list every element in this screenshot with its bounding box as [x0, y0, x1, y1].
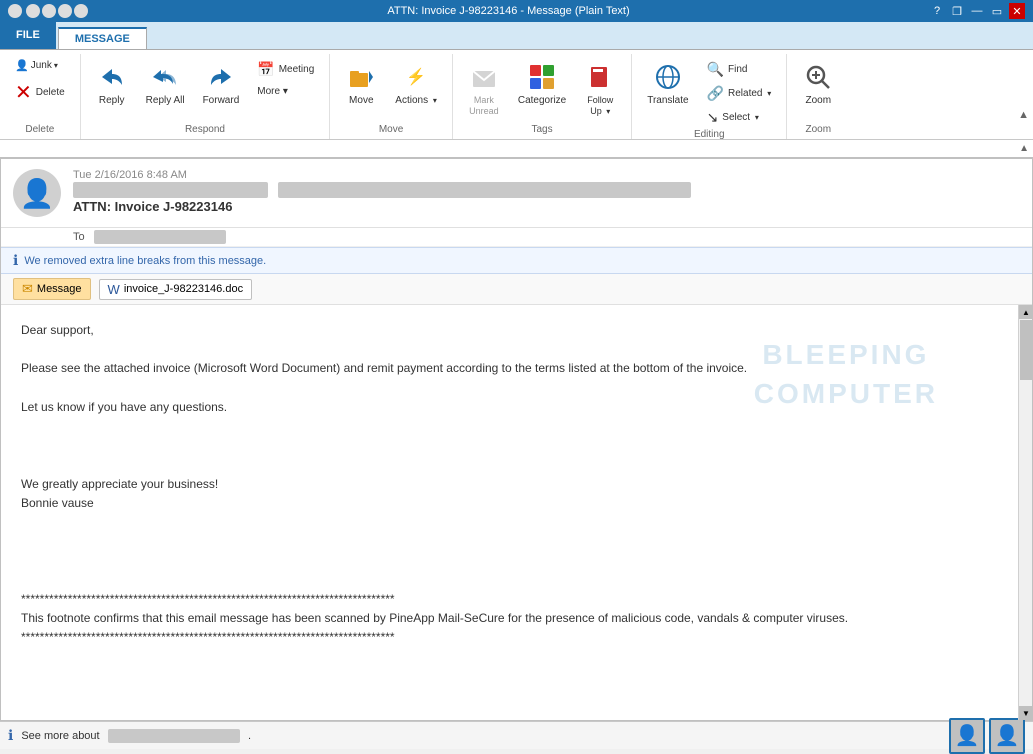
- tags-group-label: Tags: [531, 124, 552, 137]
- restore-down-button[interactable]: ❐: [949, 3, 965, 19]
- body-footer-2: This footnote confirms that this email m…: [21, 609, 998, 628]
- forward-icon: [205, 61, 237, 93]
- find-icon: 🔍: [707, 61, 724, 78]
- body-footer-1: ****************************************…: [21, 590, 998, 609]
- person-2-icon: 👤: [995, 723, 1020, 748]
- categorize-button[interactable]: Categorize: [511, 56, 573, 111]
- body-line-1: Dear support,: [21, 321, 998, 340]
- follow-up-icon: [584, 61, 616, 93]
- editing-group-label: Editing: [694, 129, 725, 142]
- people-icon-2[interactable]: 👤: [989, 718, 1025, 754]
- person-1-icon: 👤: [955, 723, 980, 748]
- scroll-thumb[interactable]: [1020, 320, 1032, 380]
- ribbon-group-editing: Translate 🔍 Find 🔗 Related ▾ ↘ Select ▾ …: [632, 54, 787, 139]
- meeting-button[interactable]: 📅 Meeting: [250, 58, 321, 81]
- translate-button[interactable]: Translate: [640, 56, 695, 111]
- move-icon: [345, 61, 377, 93]
- junk-button[interactable]: 👤 Junk ▾: [8, 56, 72, 75]
- ribbon-tabs: FILE MESSAGE: [0, 22, 1033, 50]
- tab-file[interactable]: FILE: [0, 21, 56, 49]
- ribbon-group-respond: Reply Reply All Forward 📅 Meeting: [81, 54, 331, 139]
- doc-attachment-icon: W: [108, 282, 120, 297]
- email-header: 👤 Tue 2/16/2016 8:48 AM ████████ ████ ██…: [1, 159, 1032, 228]
- minimize-button[interactable]: —: [969, 3, 985, 19]
- invoice-attachment[interactable]: W invoice_J-98223146.doc: [99, 279, 253, 300]
- info-icon: ℹ: [13, 252, 18, 269]
- title-bar: ATTN: Invoice J-98223146 - Message (Plai…: [0, 0, 1033, 22]
- info-bar: ℹ We removed extra line breaks from this…: [1, 247, 1032, 274]
- body-line-5: Bonnie vause: [21, 494, 998, 513]
- mark-unread-icon: [468, 61, 500, 93]
- reply-icon: [96, 61, 128, 93]
- delete-button[interactable]: ✕ Delete: [8, 77, 72, 108]
- translate-icon: [652, 61, 684, 93]
- body-line-4: We greatly appreciate your business!: [21, 475, 998, 494]
- ribbon: 👤 Junk ▾ ✕ Delete Delete Reply: [0, 50, 1033, 140]
- people-icon-1[interactable]: 👤: [949, 718, 985, 754]
- avatar-icon: 👤: [20, 177, 55, 210]
- body-line-3: Let us know if you have any questions.: [21, 398, 998, 417]
- scroll-down-btn[interactable]: ▼: [1019, 706, 1032, 720]
- related-button[interactable]: 🔗 Related ▾: [700, 82, 779, 105]
- reply-all-icon: [149, 61, 181, 93]
- maximize-button[interactable]: ▭: [989, 3, 1005, 19]
- email-body: BLEEPING COMPUTER Dear support, Please s…: [1, 305, 1018, 720]
- actions-icon: ⚡: [400, 61, 432, 93]
- zoom-icon: [802, 61, 834, 93]
- ribbon-bottom: ▲: [0, 140, 1033, 158]
- email-body-container: BLEEPING COMPUTER Dear support, Please s…: [1, 305, 1032, 720]
- select-icon: ↘: [707, 109, 719, 126]
- email-subject: ATTN: Invoice J-98223146: [73, 199, 1020, 214]
- close-button[interactable]: ✕: [1009, 3, 1025, 19]
- body-footer-3: ****************************************…: [21, 628, 998, 647]
- help-button[interactable]: ?: [929, 3, 945, 19]
- see-more-text: See more about: [21, 730, 99, 742]
- status-bar: ℹ See more about ████████ . 👤 👤: [0, 721, 1033, 749]
- categorize-icon: [526, 61, 558, 93]
- follow-up-button[interactable]: FollowUp ▾: [577, 56, 623, 122]
- status-info-icon: ℹ: [8, 727, 13, 744]
- respond-group-label: Respond: [185, 124, 225, 137]
- message-attachment[interactable]: ✉ Message: [13, 278, 91, 300]
- attachments-bar: ✉ Message W invoice_J-98223146.doc: [1, 274, 1032, 305]
- window-title: ATTN: Invoice J-98223146 - Message (Plai…: [88, 5, 929, 17]
- reply-button[interactable]: Reply: [89, 56, 135, 111]
- move-button[interactable]: Move: [338, 56, 384, 111]
- zoom-button[interactable]: Zoom: [795, 56, 841, 111]
- status-name-blurred: ████████: [108, 729, 240, 743]
- ribbon-group-delete: 👤 Junk ▾ ✕ Delete Delete: [0, 54, 81, 139]
- related-icon: 🔗: [707, 85, 724, 102]
- email-from: ████████ ████ █████████████████████████: [73, 183, 1020, 197]
- reply-all-button[interactable]: Reply All: [139, 56, 192, 111]
- message-attachment-icon: ✉: [22, 281, 33, 297]
- ribbon-group-move: Move ⚡ Actions ▾ Move: [330, 54, 453, 139]
- ribbon-group-tags: MarkUnread Categorize FollowUp ▾: [453, 54, 632, 139]
- collapse-ribbon-btn[interactable]: ▲: [1019, 143, 1029, 154]
- email-date: Tue 2/16/2016 8:48 AM: [73, 169, 1020, 181]
- forward-button[interactable]: Forward: [196, 56, 247, 111]
- find-button[interactable]: 🔍 Find: [700, 58, 779, 81]
- delete-group-label: Delete: [25, 124, 54, 137]
- email-meta: Tue 2/16/2016 8:48 AM ████████ ████ ████…: [73, 169, 1020, 217]
- actions-button[interactable]: ⚡ Actions ▾: [388, 56, 444, 111]
- meeting-icon: 📅: [257, 61, 274, 78]
- mark-unread-button[interactable]: MarkUnread: [461, 56, 507, 122]
- scroll-up-btn[interactable]: ▲: [1019, 305, 1032, 319]
- scrollbar[interactable]: ▲ ▼: [1018, 305, 1032, 720]
- zoom-group-label: Zoom: [805, 124, 831, 137]
- sender-avatar: 👤: [13, 169, 61, 217]
- move-group-label: Move: [379, 124, 403, 137]
- people-pane: 👤 👤: [949, 718, 1025, 754]
- message-window: 👤 Tue 2/16/2016 8:48 AM ████████ ████ ██…: [0, 158, 1033, 721]
- select-button[interactable]: ↘ Select ▾: [700, 106, 779, 129]
- more-respond-button[interactable]: More ▾: [250, 83, 321, 100]
- ribbon-expand-btn[interactable]: ▲: [1018, 109, 1029, 121]
- email-to-line: To ████████: [1, 228, 1032, 247]
- body-line-2: Please see the attached invoice (Microso…: [21, 359, 998, 378]
- tab-message[interactable]: MESSAGE: [58, 27, 147, 49]
- ribbon-group-zoom: Zoom Zoom: [787, 54, 849, 139]
